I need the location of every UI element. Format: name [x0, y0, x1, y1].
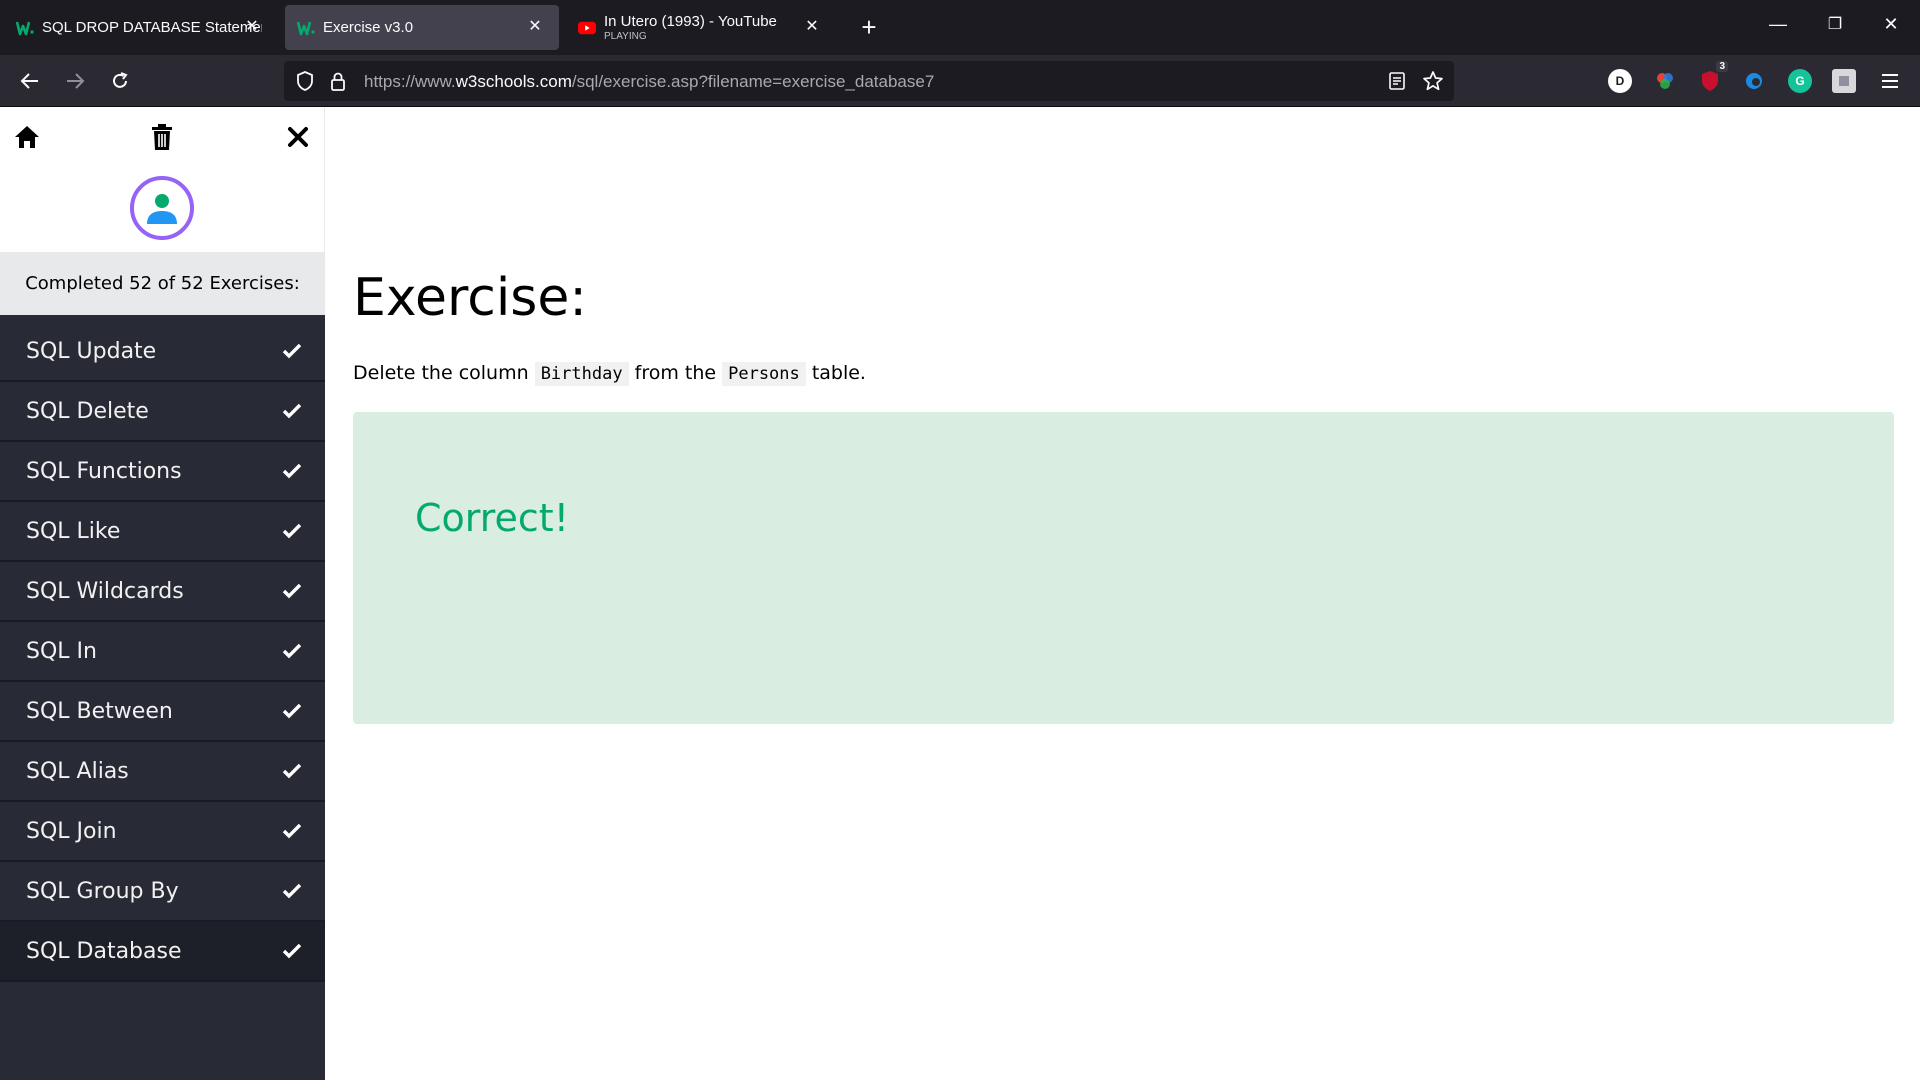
close-sidebar-icon[interactable]: [283, 122, 313, 152]
sidebar-item-sql-database[interactable]: SQL Database: [0, 922, 325, 982]
close-tab-icon[interactable]: ✕: [242, 17, 262, 37]
sidebar-item-sql-between[interactable]: SQL Between: [0, 682, 325, 742]
youtube-icon: [578, 19, 596, 37]
exercise-main: Exercise: Delete the column Birthday fro…: [326, 108, 1920, 1080]
sidebar-item-label: SQL In: [26, 638, 97, 664]
sidebar-item-label: SQL Update: [26, 338, 157, 364]
checkmark-icon: [281, 880, 303, 902]
window-close-icon[interactable]: ✕: [1876, 14, 1906, 35]
extension-colorful-icon[interactable]: [1653, 69, 1677, 93]
avatar[interactable]: [130, 176, 194, 240]
tab-exercise[interactable]: Exercise v3.0 ✕: [285, 5, 559, 50]
extension-d-icon[interactable]: D: [1608, 69, 1632, 93]
lock-icon[interactable]: [330, 71, 346, 96]
close-tab-icon[interactable]: ✕: [802, 17, 822, 37]
sidebar-item-sql-in[interactable]: SQL In: [0, 622, 325, 682]
tab-youtube[interactable]: In Utero (1993) - YouTube PLAYING ✕: [566, 5, 836, 50]
tracking-protection-shield-icon[interactable]: [296, 71, 314, 96]
sidebar-item-label: SQL Alias: [26, 758, 129, 784]
sidebar-item-sql-delete[interactable]: SQL Delete: [0, 382, 325, 442]
forward-arrow-icon[interactable]: [61, 67, 89, 95]
checkmark-icon: [281, 640, 303, 662]
checkmark-icon: [281, 400, 303, 422]
grammarly-icon[interactable]: G: [1788, 69, 1812, 93]
sidebar-item-sql-group-by[interactable]: SQL Group By: [0, 862, 325, 922]
result-message: Correct!: [415, 496, 569, 540]
extension-puzzle-icon[interactable]: [1832, 69, 1856, 93]
sidebar-item-label: SQL Between: [26, 698, 173, 724]
sidebar-item-label: SQL Functions: [26, 458, 182, 484]
address-bar[interactable]: https://www.w3schools.com/sql/exercise.a…: [284, 61, 1454, 101]
new-tab-button[interactable]: +: [856, 14, 882, 40]
tab-title: SQL DROP DATABASE Statemen: [42, 19, 262, 36]
url-text: https://www.w3schools.com/sql/exercise.a…: [364, 72, 935, 91]
sidebar-item-sql-functions[interactable]: SQL Functions: [0, 442, 325, 502]
restore-icon[interactable]: ❐: [1820, 14, 1850, 34]
checkmark-icon: [281, 460, 303, 482]
exercise-list: SQL Update SQL Delete SQL Functions SQL …: [0, 322, 325, 982]
sidebar-item-sql-like[interactable]: SQL Like: [0, 502, 325, 562]
page-title: Exercise:: [353, 268, 587, 328]
bookmark-star-icon[interactable]: [1422, 70, 1444, 97]
browser-toolbar: https://www.w3schools.com/sql/exercise.a…: [0, 55, 1920, 107]
close-tab-icon[interactable]: ✕: [525, 17, 545, 37]
playing-indicator: PLAYING: [604, 31, 647, 42]
back-arrow-icon[interactable]: [16, 67, 44, 95]
sidebar-item-label: SQL Database: [26, 938, 182, 964]
sidebar-item-label: SQL Like: [26, 518, 121, 544]
sidebar-item-sql-update[interactable]: SQL Update: [0, 322, 325, 382]
sidebar-item-label: SQL Wildcards: [26, 578, 184, 604]
exercise-instructions: Delete the column Birthday from the Pers…: [353, 362, 866, 386]
checkmark-icon: [281, 520, 303, 542]
sidebar-item-label: SQL Delete: [26, 398, 149, 424]
checkmark-icon: [281, 820, 303, 842]
completion-progress-label: Completed 52 of 52 Exercises:: [0, 252, 325, 315]
edge-extension-icon[interactable]: [1742, 69, 1766, 93]
checkmark-icon: [281, 760, 303, 782]
sidebar-item-sql-alias[interactable]: SQL Alias: [0, 742, 325, 802]
extension-badge-count: 3: [1716, 61, 1728, 72]
reload-icon[interactable]: [106, 67, 134, 95]
sidebar-header: [0, 108, 325, 252]
sidebar-item-label: SQL Join: [26, 818, 117, 844]
tab-sql-drop-database[interactable]: SQL DROP DATABASE Statemen ✕: [4, 5, 276, 50]
reader-view-icon[interactable]: [1388, 71, 1406, 96]
code-persons: Persons: [722, 362, 806, 386]
checkmark-icon: [281, 940, 303, 962]
sidebar-item-label: SQL Group By: [26, 878, 179, 904]
trash-icon[interactable]: [147, 122, 177, 152]
hamburger-menu-icon[interactable]: [1878, 69, 1902, 93]
w3schools-icon: [297, 19, 315, 37]
exercise-sidebar: Completed 52 of 52 Exercises: SQL Update…: [0, 108, 325, 1080]
home-icon[interactable]: [12, 122, 42, 152]
checkmark-icon: [281, 700, 303, 722]
sidebar-item-sql-join[interactable]: SQL Join: [0, 802, 325, 862]
user-icon: [147, 194, 177, 224]
result-panel: Correct!: [353, 412, 1894, 724]
minimize-icon[interactable]: —: [1763, 14, 1793, 35]
code-birthday: Birthday: [534, 362, 629, 386]
checkmark-icon: [281, 580, 303, 602]
w3schools-icon: [16, 19, 34, 37]
tab-title: In Utero (1993) - YouTube: [604, 13, 777, 30]
checkmark-icon: [281, 340, 303, 362]
tab-title: Exercise v3.0: [323, 19, 414, 36]
ublock-shield-icon[interactable]: 3: [1698, 61, 1728, 93]
sidebar-item-sql-wildcards[interactable]: SQL Wildcards: [0, 562, 325, 622]
browser-tab-bar: SQL DROP DATABASE Statemen ✕ Exercise v3…: [0, 0, 1920, 55]
